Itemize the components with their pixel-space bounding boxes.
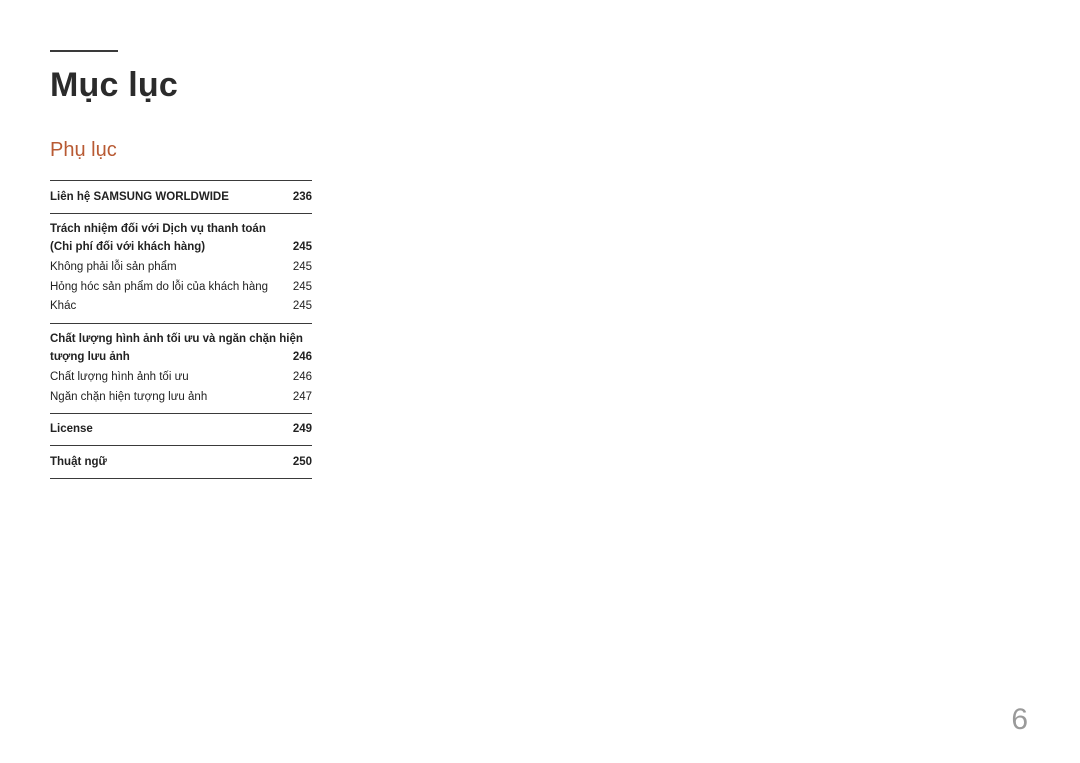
table-of-contents: Liên hệ SAMSUNG WORLDWIDE 236 Trách nhiệ… (50, 180, 312, 479)
toc-label: Ngăn chặn hiện tượng lưu ảnh (50, 389, 286, 406)
toc-entry-liability-line1[interactable]: Trách nhiệm đối với Dịch vụ thanh toán (50, 220, 312, 238)
toc-label: License (50, 421, 286, 438)
toc-entry-glossary[interactable]: Thuật ngữ 250 (50, 452, 312, 472)
toc-page: 245 (286, 298, 312, 315)
divider (50, 478, 312, 479)
toc-entry-optimal-line1[interactable]: Chất lượng hình ảnh tối ưu và ngăn chặn … (50, 330, 312, 348)
toc-page: 246 (286, 369, 312, 386)
toc-entry-liability-line2[interactable]: (Chi phí đối với khách hàng) 245 (50, 238, 312, 258)
toc-page: 246 (286, 349, 312, 366)
toc-label: tượng lưu ảnh (50, 349, 286, 366)
toc-page: 236 (286, 189, 312, 206)
toc-entry-afterimage-prevention[interactable]: Ngăn chặn hiện tượng lưu ảnh 247 (50, 387, 312, 407)
toc-entry-other[interactable]: Khác 245 (50, 297, 312, 317)
toc-entry-optimal-line2[interactable]: tượng lưu ảnh 246 (50, 348, 312, 368)
toc-page: 247 (286, 389, 312, 406)
toc-entry-customer-fault[interactable]: Hỏng hóc sản phẩm do lỗi của khách hàng … (50, 277, 312, 297)
toc-entry-contact[interactable]: Liên hệ SAMSUNG WORLDWIDE 236 (50, 187, 312, 207)
toc-label: (Chi phí đối với khách hàng) (50, 239, 286, 256)
toc-label: Thuật ngữ (50, 454, 286, 471)
toc-label: Chất lượng hình ảnh tối ưu (50, 369, 286, 386)
divider (50, 413, 312, 414)
title-rule (50, 50, 118, 52)
toc-label: Liên hệ SAMSUNG WORLDWIDE (50, 189, 286, 206)
toc-entry-license[interactable]: License 249 (50, 420, 312, 440)
toc-label: Hỏng hóc sản phẩm do lỗi của khách hàng (50, 279, 286, 296)
toc-page: 250 (286, 454, 312, 471)
toc-entry-picture-quality[interactable]: Chất lượng hình ảnh tối ưu 246 (50, 367, 312, 387)
page-title: Mục lục (50, 66, 1030, 105)
toc-page: 249 (286, 421, 312, 438)
divider (50, 323, 312, 324)
page-number: 6 (1011, 703, 1028, 737)
toc-label: Khác (50, 298, 286, 315)
divider (50, 180, 312, 181)
divider (50, 213, 312, 214)
toc-page: 245 (286, 259, 312, 276)
divider (50, 445, 312, 446)
toc-label: Không phải lỗi sản phẩm (50, 259, 286, 276)
toc-entry-not-product-fault[interactable]: Không phải lỗi sản phẩm 245 (50, 258, 312, 278)
section-title: Phụ lục (50, 139, 1030, 162)
toc-page: 245 (286, 239, 312, 256)
toc-page: 245 (286, 279, 312, 296)
